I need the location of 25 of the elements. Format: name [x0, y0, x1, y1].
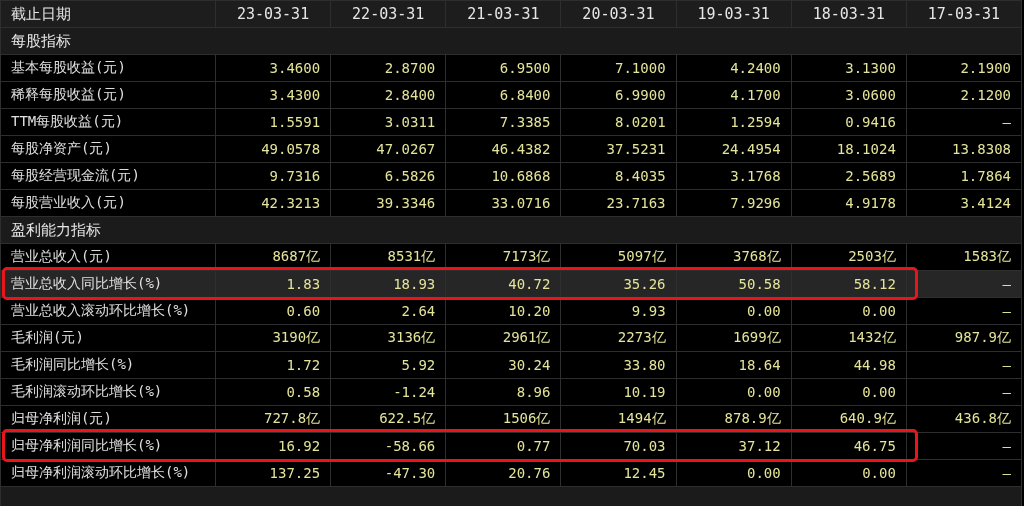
- table-row[interactable]: 每股营业收入(元) 42.3213 39.3346 33.0716 23.7163 7.9296 4.9178 3.4124: [0, 189, 1022, 217]
- table-row[interactable]: 营业总收入同比增长(%) 1.83 18.93 40.72 35.26 50.58 58.12 —: [0, 270, 1022, 298]
- table-row[interactable]: 每股净资产(元) 49.0578 47.0267 46.4382 37.5231 24.4954 18.1024 13.8308: [0, 135, 1022, 163]
- table-row[interactable]: 归母净利润(元) 727.8亿 622.5亿 1506亿 1494亿 878.9亿 640.9亿 436.8亿: [0, 405, 1022, 433]
- column-header: 17-03-31: [906, 0, 1022, 28]
- section-header: 盈利能力指标: [0, 216, 1022, 244]
- table-row[interactable]: TTM每股收益(元) 1.5591 3.0311 7.3385 8.0201 1.2594 0.9416 —: [0, 108, 1022, 136]
- column-header: 18-03-31: [791, 0, 907, 28]
- table-row[interactable]: 毛利润滚动环比增长(%) 0.58 -1.24 8.96 10.19 0.00 0.00 —: [0, 378, 1022, 406]
- table-row[interactable]: 毛利润同比增长(%) 1.72 5.92 30.24 33.80 18.64 44.98 —: [0, 351, 1022, 379]
- table-row[interactable]: 每股经营现金流(元) 9.7316 6.5826 10.6868 8.4035 3.1768 2.5689 1.7864: [0, 162, 1022, 190]
- column-header: 19-03-31: [676, 0, 792, 28]
- table-row[interactable]: 营业总收入滚动环比增长(%) 0.60 2.64 10.20 9.93 0.00 0.00 —: [0, 297, 1022, 325]
- table-row[interactable]: 营业总收入(元) 8687亿 8531亿 7173亿 5097亿 3768亿 2503亿 1583亿: [0, 243, 1022, 271]
- section-header: 每股指标: [0, 27, 1022, 55]
- table-row[interactable]: 归母净利润滚动环比增长(%) 137.25 -47.30 20.76 12.45 0.00 0.00 —: [0, 459, 1022, 487]
- column-header: 23-03-31: [215, 0, 331, 28]
- table-row[interactable]: 归母净利润同比增长(%) 16.92 -58.66 0.77 70.03 37.12 46.75 —: [0, 432, 1022, 460]
- table-row[interactable]: 基本每股收益(元) 3.4600 2.8700 6.9500 7.1000 4.2400 3.1300 2.1900: [0, 54, 1022, 82]
- table-row[interactable]: 稀释每股收益(元) 3.4300 2.8400 6.8400 6.9900 4.1700 3.0600 2.1200: [0, 81, 1022, 109]
- column-header: 22-03-31: [330, 0, 446, 28]
- table-row[interactable]: 毛利润(元) 3190亿 3136亿 2961亿 2273亿 1699亿 1432亿 987.9亿: [0, 324, 1022, 352]
- column-header: 截止日期: [0, 0, 216, 28]
- column-header: 21-03-31: [445, 0, 561, 28]
- column-header: 20-03-31: [560, 0, 677, 28]
